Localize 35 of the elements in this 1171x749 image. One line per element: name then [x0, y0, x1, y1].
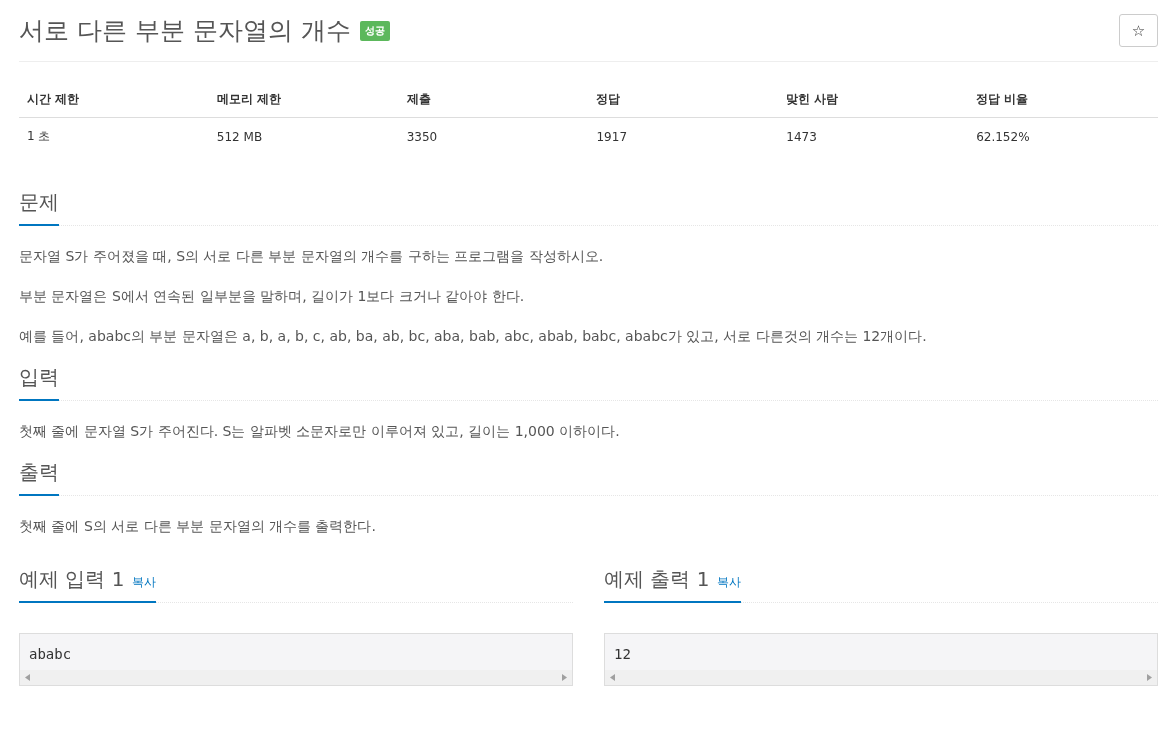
column-header: 시간 제한 — [19, 82, 209, 118]
paragraph: 첫째 줄에 S의 서로 다른 부분 문자열의 개수를 출력한다. — [19, 517, 377, 536]
table-cell: 62.152% — [968, 117, 1158, 155]
copy-link[interactable]: 복사 — [132, 574, 157, 591]
table-cell: 512 MB — [208, 117, 399, 155]
section-heading: 출력 — [19, 459, 59, 496]
sample-heading: 예제 출력 1 — [604, 566, 710, 593]
status-badge: 성공 — [359, 20, 390, 41]
table-cell: 1 초 — [19, 117, 209, 155]
left-arrow-icon[interactable] — [25, 674, 30, 681]
right-arrow-icon[interactable] — [1147, 674, 1152, 681]
table-cell: 1473 — [778, 117, 969, 155]
star-button[interactable]: ☆ — [1119, 14, 1158, 47]
column-header: 맞힌 사람 — [778, 82, 969, 118]
table-cell: 1917 — [588, 117, 779, 155]
scrollbar[interactable] — [20, 670, 572, 685]
sample-text: ababc — [28, 645, 73, 664]
column-header: 메모리 제한 — [208, 82, 399, 118]
problem-title: 서로 다른 부분 문자열의 개수 — [19, 15, 351, 47]
right-arrow-icon[interactable] — [562, 674, 567, 681]
column-header: 정답 비율 — [968, 82, 1158, 118]
column-header: 정답 — [588, 82, 779, 118]
sample-heading: 예제 입력 1 — [19, 566, 125, 593]
section-heading: 입력 — [19, 364, 59, 401]
table-cell: 3350 — [398, 117, 589, 155]
left-arrow-icon[interactable] — [610, 674, 615, 681]
paragraph: 예를 들어, ababc의 부분 문자열은 a, b, a, b, c, ab, ba, ab, bc, aba, bab, abc, abab, babc, ababc가 있고, 서로 다른것의 개수는 12개이다. — [19, 327, 928, 346]
column-header: 제출 — [398, 82, 589, 118]
paragraph: 부분 문자열은 S에서 연속된 일부분을 말하며, 길이가 1보다 크거나 같아야 한다. — [19, 287, 526, 306]
section-heading: 문제 — [19, 189, 59, 226]
sample-text: 12 — [613, 645, 632, 664]
copy-link[interactable]: 복사 — [717, 574, 742, 591]
paragraph: 문자열 S가 주어졌을 때, S의 서로 다른 부분 문자열의 개수를 구하는 프로그램을 작성하시오. — [19, 247, 605, 266]
paragraph: 첫째 줄에 문자열 S가 주어진다. S는 알파벳 소문자로만 이루어져 있고, 길이는 1,000 이하이다. — [19, 422, 621, 441]
scrollbar[interactable] — [605, 670, 1157, 685]
